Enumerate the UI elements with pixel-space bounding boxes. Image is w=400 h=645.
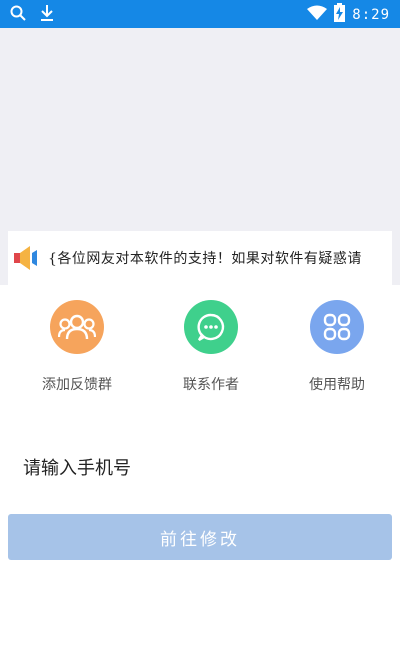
search-icon bbox=[10, 5, 26, 25]
phone-number-field[interactable]: 请输入手机号 bbox=[23, 454, 131, 480]
usage-help-label: 使用帮助 bbox=[309, 377, 365, 393]
notice-right-gap bbox=[392, 231, 400, 285]
speaker-icon bbox=[12, 244, 40, 276]
battery-charging-icon bbox=[334, 3, 346, 26]
apps-grid-icon bbox=[310, 300, 364, 354]
group-icon bbox=[50, 300, 104, 354]
status-bar: 8:29 bbox=[0, 0, 400, 28]
contact-author-button[interactable]: 联系作者 bbox=[156, 296, 266, 394]
contact-author-label: 联系作者 bbox=[183, 377, 239, 393]
go-modify-button[interactable]: 前往修改 bbox=[8, 514, 392, 560]
chat-icon bbox=[184, 300, 238, 354]
notice-text: {各位网友对本软件的支持！如果对软件有疑惑请 bbox=[48, 251, 362, 267]
join-feedback-group-label: 添加反馈群 bbox=[42, 377, 112, 393]
download-icon bbox=[40, 4, 54, 26]
wifi-icon bbox=[307, 5, 328, 25]
join-feedback-group-button[interactable]: 添加反馈群 bbox=[22, 296, 132, 394]
notice-left-gap bbox=[0, 231, 8, 285]
status-time: 8:29 bbox=[352, 6, 390, 23]
notice-marquee[interactable]: {各位网友对本软件的支持！如果对软件有疑惑请 bbox=[8, 231, 392, 285]
banner-area bbox=[0, 28, 400, 231]
quick-actions: 添加反馈群 联系作者 使用帮助 bbox=[0, 296, 400, 406]
usage-help-button[interactable]: 使用帮助 bbox=[282, 296, 392, 394]
